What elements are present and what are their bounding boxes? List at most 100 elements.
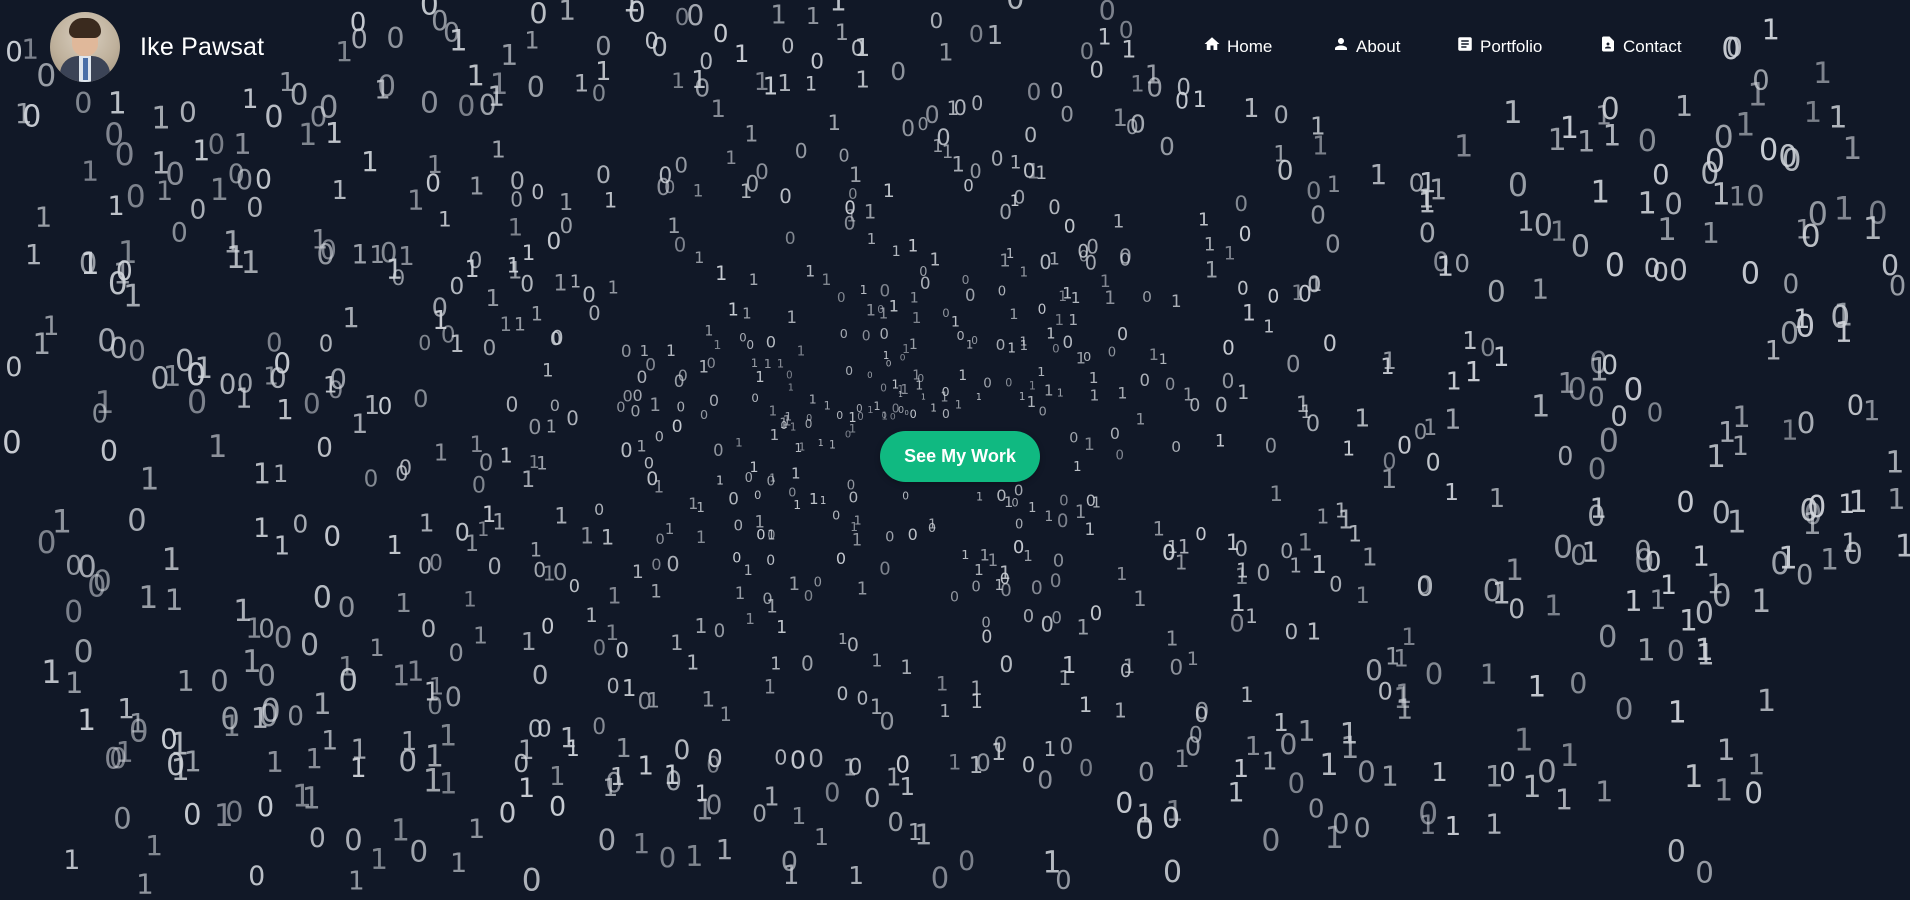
binary-digit: 0 — [844, 198, 856, 219]
binary-digit: 1 — [1528, 670, 1547, 704]
binary-digit: 1 — [361, 145, 379, 178]
binary-digit: 1 — [1071, 289, 1081, 307]
binary-digit: 0 — [965, 286, 976, 305]
binary-digit: 1 — [450, 848, 467, 879]
binary-digit: 1 — [755, 369, 764, 386]
binary-digit: 1 — [824, 398, 831, 412]
binary-digit: 1 — [1228, 778, 1245, 809]
binary-digit: 0 — [848, 756, 862, 781]
binary-digit: 0 — [1195, 703, 1209, 728]
binary-digit: 0 — [746, 338, 754, 352]
binary-digit: 0 — [1222, 369, 1235, 393]
binary-digit: 0 — [895, 753, 910, 779]
binary-digit: 1 — [1092, 494, 1101, 511]
binary-digit: 1 — [1550, 214, 1568, 247]
binary-digit: 1 — [849, 162, 862, 187]
binary-digit: 0 — [598, 823, 617, 857]
binary-digit: 0 — [1052, 342, 1060, 356]
binary-digit: 0 — [109, 742, 127, 775]
binary-digit: 1 — [407, 186, 424, 217]
binary-digit: 1 — [486, 285, 501, 312]
binary-digit: 1 — [151, 101, 171, 136]
binary-digit: 1 — [1306, 618, 1321, 645]
binary-digit: 0 — [1329, 572, 1342, 597]
binary-digit: 1 — [685, 839, 703, 873]
binary-digit: 1 — [1183, 386, 1194, 406]
binary-digit: 0 — [638, 689, 653, 715]
binary-digit: 1 — [1342, 437, 1355, 461]
binary-digit: 0 — [457, 90, 475, 123]
nav-about[interactable]: About — [1332, 35, 1400, 58]
binary-digit: 0 — [1844, 537, 1863, 572]
binary-digit: 0 — [786, 371, 792, 382]
binary-digit: 1 — [1577, 124, 1595, 158]
binary-digit: 0 — [957, 329, 965, 344]
binary-digit: 0 — [64, 595, 83, 630]
nav-contact[interactable]: Contact — [1599, 35, 1682, 58]
binary-digit: 0 — [1279, 729, 1297, 762]
binary-digit: 0 — [754, 488, 761, 502]
binary-digit: 0 — [713, 441, 723, 460]
binary-digit: 0 — [522, 863, 542, 899]
binary-digit: 1 — [1638, 187, 1657, 222]
binary-digit: 1 — [915, 377, 923, 392]
binary-digit: 0 — [774, 745, 787, 769]
binary-digit: 0 — [472, 473, 486, 499]
binary-digit: 1 — [608, 278, 619, 298]
binary-digit: 1 — [521, 627, 537, 656]
binary-digit: 1 — [95, 385, 115, 421]
binary-digit: 1 — [867, 230, 877, 248]
see-my-work-button[interactable]: See My Work — [880, 431, 1040, 482]
binary-digit: 0 — [1588, 382, 1605, 413]
binary-digit: 1 — [508, 213, 523, 241]
binary-digit: 1 — [156, 176, 173, 207]
binary-digit: 0 — [1256, 561, 1270, 586]
binary-digit: 0 — [1117, 325, 1128, 345]
binary-digit: 1 — [1887, 482, 1905, 516]
binary-digit: 0 — [5, 352, 22, 383]
binary-digit: 0 — [126, 179, 146, 215]
binary-digit: 0 — [1557, 441, 1573, 471]
binary-digit: 1 — [874, 400, 881, 413]
binary-digit: 1 — [1245, 605, 1258, 628]
nav-home[interactable]: Home — [1203, 35, 1272, 58]
binary-digit: 1 — [820, 495, 827, 507]
binary-digit: 1 — [263, 361, 279, 390]
binary-digit: 0 — [732, 550, 741, 566]
binary-digit: 0 — [1169, 656, 1183, 681]
binary-digit: 1 — [1729, 183, 1746, 213]
nav-contact-label: Contact — [1623, 36, 1682, 56]
binary-digit: 1 — [1462, 326, 1478, 355]
binary-digit: 1 — [342, 302, 360, 334]
binary-digit: 0 — [593, 636, 606, 660]
binary-digit: 0 — [1288, 768, 1305, 799]
binary-digit: 1 — [1895, 528, 1910, 564]
home-icon — [1203, 35, 1221, 58]
binary-digit: 1 — [1362, 543, 1378, 572]
binary-digit: 1 — [908, 820, 923, 846]
binary-digit: 0 — [971, 92, 983, 115]
binary-digit: 1 — [1006, 246, 1015, 262]
binary-digit: 0 — [1598, 620, 1617, 655]
binary-digit: 0 — [993, 733, 1007, 758]
binary-digit: 1 — [696, 500, 705, 516]
binary-digit: 0 — [266, 328, 283, 358]
binary-digit: 1 — [1706, 439, 1726, 475]
binary-digit: 0 — [942, 384, 950, 399]
binary-digit: 0 — [179, 95, 197, 128]
binary-digit: 1 — [43, 311, 60, 342]
binary-digit: 0 — [413, 385, 428, 413]
binary-digit: 1 — [638, 752, 654, 782]
binary-digit: 0 — [887, 808, 904, 838]
binary-digit: 0 — [1426, 449, 1441, 477]
binary-digit: 0 — [616, 400, 625, 416]
binary-digit: 1 — [424, 678, 440, 708]
nav-portfolio[interactable]: Portfolio — [1456, 35, 1542, 58]
binary-digit: 1 — [1044, 737, 1057, 761]
binary-digit: 0 — [971, 579, 980, 596]
binary-digit: 0 — [1667, 834, 1686, 869]
binary-digit: 0 — [506, 392, 519, 416]
binary-digit: 0 — [885, 529, 894, 546]
binary-digit: 1 — [961, 548, 969, 563]
binary-digit: 0 — [455, 519, 470, 547]
